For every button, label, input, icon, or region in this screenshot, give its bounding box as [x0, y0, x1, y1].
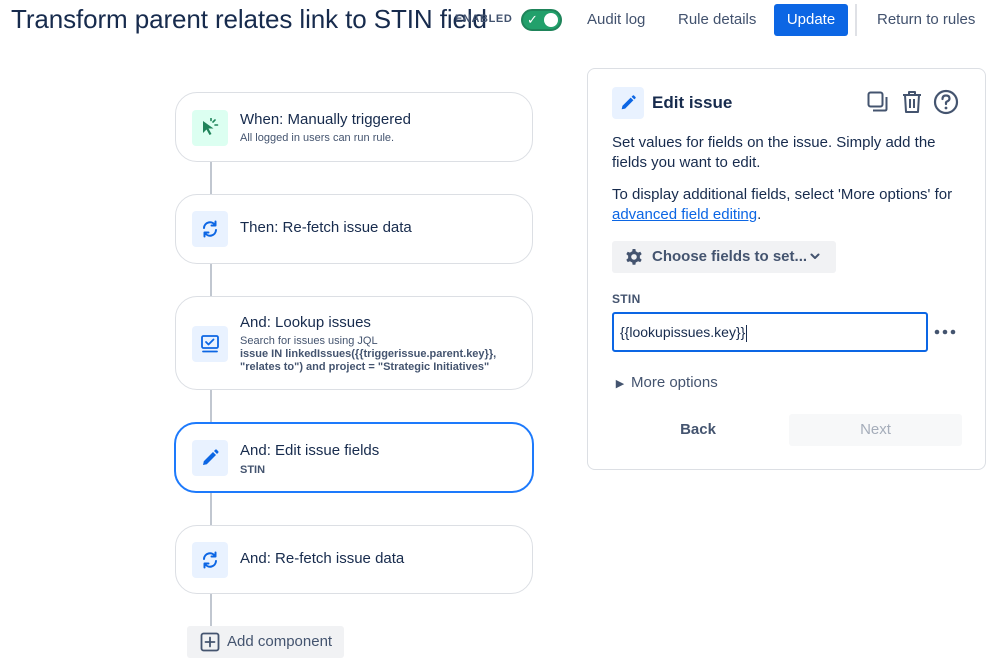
refetch-card[interactable]: And: Re-fetch issue data — [175, 525, 533, 594]
step-subtitle: Search for issues using JQL — [240, 335, 378, 347]
header-divider — [855, 4, 857, 36]
flow-connector — [210, 593, 212, 627]
step-title: And: Lookup issues — [240, 314, 371, 331]
duplicate-icon[interactable] — [865, 89, 891, 115]
chevron-down-icon — [808, 249, 822, 268]
refetch-card[interactable]: Then: Re-fetch issue data — [175, 194, 533, 264]
flow-connector — [210, 389, 212, 423]
advanced-note-text: To display additional fields, select 'Mo… — [612, 186, 953, 203]
check-icon: ✓ — [527, 12, 538, 27]
stin-field-value: {{lookupissues.key}} — [620, 324, 746, 340]
help-icon[interactable] — [933, 89, 959, 115]
pencil-icon — [192, 440, 228, 476]
rule-details-button[interactable]: Rule details — [678, 4, 756, 36]
step-title: And: Re-fetch issue data — [240, 550, 405, 567]
jql-query: issue IN linkedIssues({{triggerissue.par… — [240, 348, 497, 373]
flow-connector — [210, 492, 212, 526]
panel-description: Set values for fields on the issue. Simp… — [612, 134, 936, 171]
choose-fields-label: Choose fields to set... — [652, 248, 808, 265]
more-options-label: More options — [631, 374, 718, 391]
more-options-toggle[interactable]: ▶ More options — [612, 374, 718, 391]
back-button[interactable]: Back — [612, 414, 784, 446]
panel-title: Edit issue — [652, 93, 733, 112]
lookup-icon — [192, 326, 228, 362]
enabled-label: ENABLED — [455, 13, 513, 25]
advanced-note-suffix: . — [757, 206, 762, 223]
pencil-icon — [612, 87, 644, 119]
panel-advanced-note: To display additional fields, select 'Mo… — [612, 185, 962, 225]
step-title: And: Edit issue fields — [240, 442, 380, 459]
step-subtitle: STIN — [240, 464, 266, 476]
trash-icon[interactable] — [899, 89, 925, 115]
flow-connector — [210, 263, 212, 297]
next-button[interactable]: Next — [789, 414, 962, 446]
edit-issue-card[interactable]: And: Edit issue fields STIN — [174, 422, 534, 493]
toggle-knob — [544, 13, 558, 27]
panel-actions — [865, 89, 959, 115]
choose-fields-dropdown[interactable]: Choose fields to set... — [612, 241, 836, 273]
gear-icon — [624, 247, 644, 272]
more-icon[interactable] — [932, 319, 958, 345]
text-caret — [746, 324, 748, 342]
field-label-stin: STIN — [612, 292, 641, 306]
return-to-rules-button[interactable]: Return to rules — [877, 4, 975, 36]
page-title: Transform parent relates link to STIN fi… — [11, 4, 487, 34]
flow-connector — [210, 161, 212, 195]
update-button[interactable]: Update — [774, 4, 848, 36]
rule-header: Transform parent relates link to STIN fi… — [0, 0, 999, 40]
advanced-field-editing-link[interactable]: advanced field editing — [612, 206, 757, 223]
refresh-icon — [192, 211, 228, 247]
step-title: Then: Re-fetch issue data — [240, 219, 412, 236]
plus-icon — [200, 632, 220, 657]
edit-issue-panel: Edit issue Set values for fields on the … — [587, 68, 986, 470]
add-component-label: Add component — [227, 633, 333, 650]
enabled-toggle[interactable]: ✓ — [521, 9, 562, 31]
refresh-icon — [192, 542, 228, 578]
trigger-subtitle: All logged in users can run rule. — [240, 132, 395, 144]
audit-log-button[interactable]: Audit log — [587, 4, 645, 36]
cursor-click-icon — [192, 110, 228, 146]
stin-field-input[interactable]: {{lookupissues.key}} — [612, 312, 928, 352]
trigger-title: When: Manually triggered — [240, 111, 411, 128]
chevron-right-icon: ▶ — [615, 378, 625, 390]
add-component-button[interactable]: Add component — [187, 626, 344, 658]
trigger-card[interactable]: When: Manually triggered All logged in u… — [175, 92, 533, 162]
lookup-issues-card[interactable]: And: Lookup issues Search for issues usi… — [175, 296, 533, 390]
